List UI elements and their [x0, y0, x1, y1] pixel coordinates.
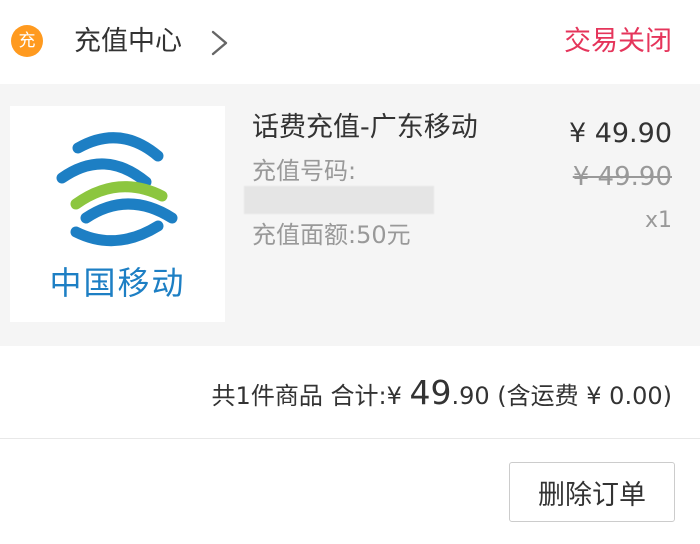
order-summary: 共1件商品 合计:¥ 49.90 (含运费 ¥ 0.00)	[212, 374, 672, 415]
order-status: 交易关闭	[564, 26, 672, 57]
shop-name-link[interactable]: 充值中心	[74, 22, 182, 62]
china-mobile-logo-icon	[56, 132, 178, 247]
shop-badge-icon[interactable]: 充	[11, 25, 43, 57]
recharge-value: 充值面额:50元	[252, 221, 411, 249]
shop-header: 充 充值中心 交易关闭	[0, 0, 700, 84]
phone-number-redacted	[244, 186, 434, 214]
total-amount-integer: 49	[409, 373, 452, 412]
total-currency: ¥	[386, 382, 402, 410]
product-thumbnail[interactable]: 中国移动	[10, 106, 225, 322]
item-price: ¥ 49.90	[568, 118, 672, 149]
item-count: 共1件商品	[211, 382, 323, 410]
item-quantity: x1	[644, 208, 672, 233]
item-original-price: ¥ 49.90	[572, 162, 672, 192]
total-amount-decimal: .90	[451, 382, 490, 410]
delete-order-button[interactable]: 删除订单	[509, 462, 675, 522]
total-label: 合计:	[330, 382, 387, 410]
chevron-right-icon[interactable]	[209, 30, 231, 56]
item-title[interactable]: 话费充值-广东移动	[252, 108, 478, 148]
divider	[0, 438, 700, 439]
shipping-fee: (含运费 ¥ 0.00)	[497, 382, 672, 410]
phone-number-label: 充值号码:	[252, 157, 357, 185]
brand-logo-text: 中国移动	[49, 264, 186, 302]
